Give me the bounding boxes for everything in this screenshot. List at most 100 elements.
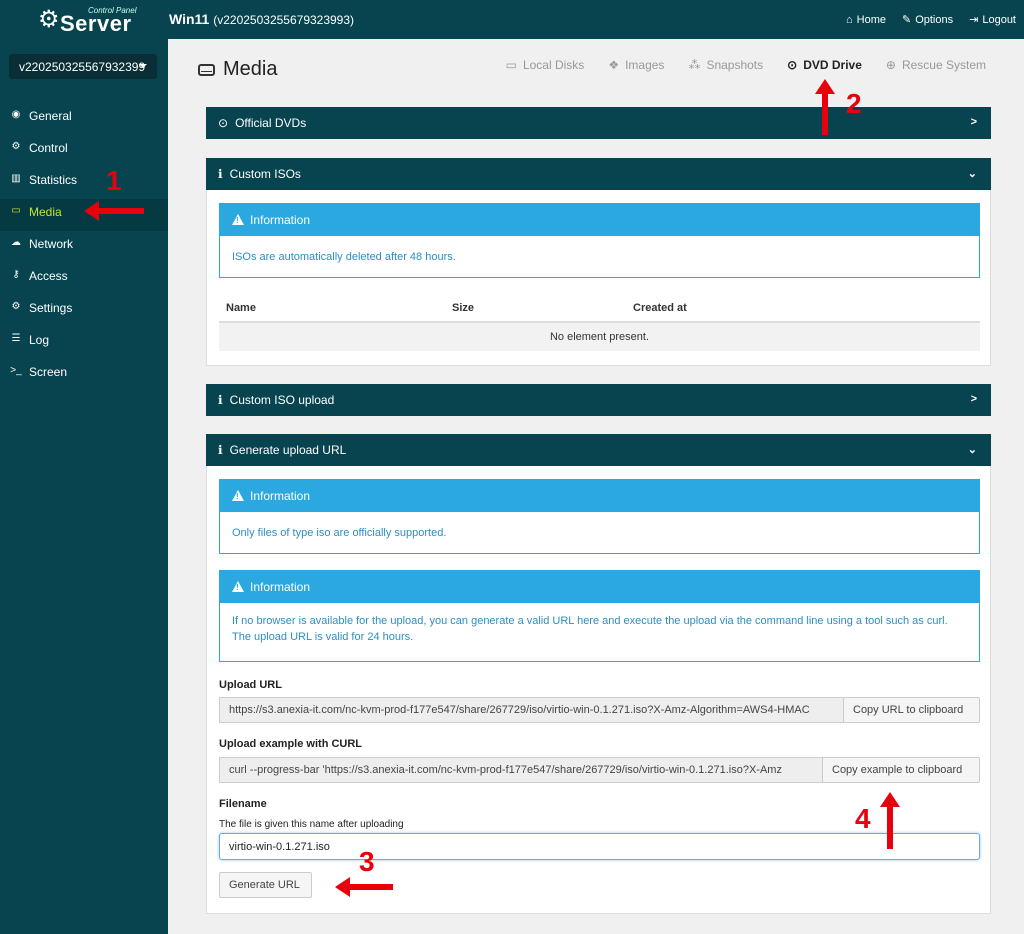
logo-gear-icon: ⚙ [38,6,60,33]
copy-example-button[interactable]: Copy example to clipboard [822,757,980,783]
column-name[interactable]: Name [226,302,256,314]
upload-url-label: Upload URL [219,679,282,691]
generate-url-button[interactable]: Generate URL [219,872,312,898]
annotation-4: 4 [855,803,871,834]
panel-generate-upload-url-body: Information Only files of type iso are o… [206,466,991,914]
info-icon: ℹ [218,443,223,457]
column-created-at[interactable]: Created at [633,302,687,314]
annotation-arrow-1 [84,201,144,221]
sidebar-item-label: Screen [29,365,68,379]
hdd-icon [198,63,215,76]
sidebar-item-control[interactable]: ⚙ Control [0,135,168,167]
terminal-icon: >_ [10,365,22,376]
logo-big-text: Server [60,11,132,36]
annotation-arrow-3 [335,877,393,897]
panel-official-dvds[interactable]: ⊙ Official DVDs > [206,107,991,139]
window-id: (v2202503255679323993) [213,13,355,27]
server-select[interactable]: v220250325567932399 [9,54,157,79]
info-header: Information [220,480,979,512]
sitemap-icon: ⁂ [688,58,701,72]
sidebar-item-settings[interactable]: ⚙ Settings [0,295,168,327]
warning-icon [232,214,244,225]
column-size[interactable]: Size [452,302,474,314]
warning-icon [232,581,244,592]
tab-snapshots[interactable]: ⁂ Snapshots [688,58,763,72]
media-tabs: ▭ Local Disks ❖ Images ⁂ Snapshots ⊙ DVD… [506,58,986,72]
sidebar-item-label: Log [29,333,50,347]
sidebar-item-label: General [29,109,72,123]
chevron-down-icon: ⌄ [967,168,977,180]
sidebar-item-general[interactable]: ◉ General [0,103,168,135]
arrow-head-icon [880,792,900,807]
tab-label: Snapshots [706,58,764,72]
info-icon: ℹ [218,167,223,181]
sidebar-item-access[interactable]: ⚷ Access [0,263,168,295]
tab-rescue-system[interactable]: ⊕ Rescue System [886,58,986,72]
copy-url-button[interactable]: Copy URL to clipboard [843,697,980,723]
annotation-arrow-2 [815,79,835,135]
table-header: Name Size Created at [219,293,980,323]
sidebar-item-log[interactable]: ☰ Log [0,327,168,359]
upload-url-field[interactable]: https://s3.anexia-it.com/nc-kvm-prod-f17… [219,697,844,723]
sidebar-item-label: Statistics [29,173,78,187]
page-title: Media [198,58,277,81]
nav-logout-link[interactable]: ⇥ Logout [969,13,1016,27]
sidebar-item-screen[interactable]: >_ Screen [0,359,168,391]
info-text: Only files of type iso are officially su… [232,527,447,539]
tab-label: Images [625,58,665,72]
info-box-iso-only: Information Only files of type iso are o… [219,479,980,554]
gears-icon: ⚙ [11,301,21,312]
filename-help: The file is given this name after upload… [219,819,404,830]
caret-down-icon [139,64,147,68]
arrow-head-icon [84,201,99,221]
filename-label: Filename [219,798,267,810]
panel-title: Custom ISOs [229,167,301,181]
tab-dvd-drive[interactable]: ⊙ DVD Drive [787,58,862,72]
gear-icon: ⚙ [11,141,21,152]
curl-label: Upload example with CURL [219,738,363,750]
window-name: Win11 [169,11,210,27]
tab-label: Rescue System [901,58,986,72]
tab-local-disks[interactable]: ▭ Local Disks [506,58,585,72]
sidebar-item-statistics[interactable]: ▥ Statistics [0,167,168,199]
tab-images[interactable]: ❖ Images [608,58,664,72]
panel-custom-isos[interactable]: ℹ Custom ISOs ⌄ [206,158,991,190]
annotation-2: 2 [846,88,862,119]
annotation-arrow-4 [880,792,900,849]
filename-input[interactable] [219,833,980,860]
dvd-icon: ⊙ [218,116,229,130]
window-title: Win11 (v2202503255679323993) [169,11,354,27]
top-nav: ⌂ Home ✎ Options ⇥ Logout [846,13,1016,27]
hdd-icon: ▭ [505,58,517,72]
info-box-isos: Information ISOs are automatically delet… [219,203,980,278]
chevron-right-icon: > [970,393,977,405]
logo[interactable]: ⚙ Control Panel Server [38,5,138,36]
top-bar: ⚙ Control Panel Server Win11 (v220250325… [0,0,1024,39]
nav-logout-label: Logout [982,13,1016,26]
key-icon: ⚷ [12,269,20,280]
info-icon: ℹ [218,393,223,407]
chevron-down-icon: ⌄ [967,444,977,456]
curl-example-field[interactable]: curl --progress-bar 'https://s3.anexia-i… [219,757,823,783]
sidebar-item-network[interactable]: ☁ Network [0,231,168,263]
panel-title: Generate upload URL [229,443,347,457]
panel-custom-isos-body: Information ISOs are automatically delet… [206,190,991,366]
tab-label: DVD Drive [803,58,862,72]
hdd-icon: ▭ [11,205,21,216]
sidebar-item-label: Settings [29,301,73,315]
warning-icon [232,490,244,501]
panel-title: Official DVDs [235,116,307,130]
sidebar-item-label: Control [29,141,68,155]
annotation-1: 1 [106,165,122,196]
panel-generate-upload-url[interactable]: ℹ Generate upload URL ⌄ [206,434,991,466]
wrench-icon: ✎ [901,14,912,26]
list-icon: ☰ [11,333,21,344]
page-title-text: Media [223,58,278,80]
info-header: Information [220,204,979,236]
nav-options-label: Options [915,13,954,26]
panel-custom-iso-upload[interactable]: ℹ Custom ISO upload > [206,384,991,416]
table-empty-row: No element present. [219,323,980,351]
cubes-icon: ❖ [608,58,620,72]
nav-options-link[interactable]: ✎ Options [901,13,954,27]
nav-home-link[interactable]: ⌂ Home [846,13,886,26]
